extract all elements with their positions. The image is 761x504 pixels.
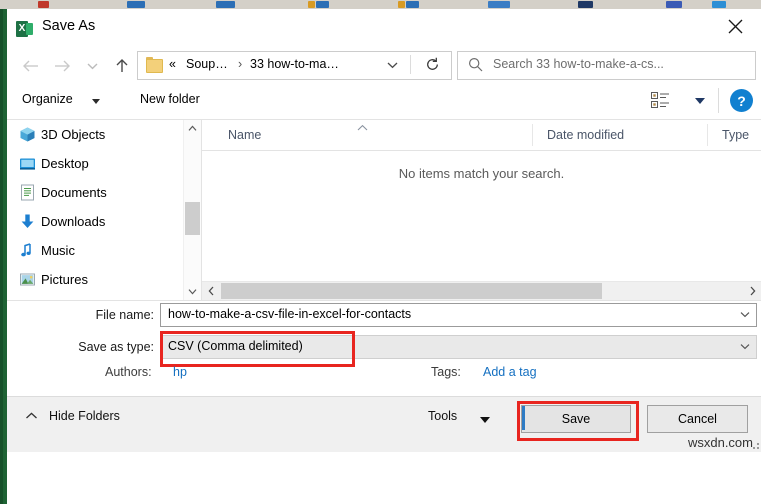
metadata-row: Authors: hp Tags: Add a tag [7,365,761,389]
file-name-input[interactable]: how-to-make-a-csv-file-in-excel-for-cont… [160,303,757,327]
view-options-icon[interactable] [651,91,681,109]
close-icon[interactable] [713,11,757,41]
column-header-label: Type [722,128,750,142]
scroll-left-icon[interactable] [202,282,220,300]
sidebar-scroll-up-icon[interactable] [184,120,201,137]
column-header-date-modified[interactable]: Date modified [532,124,624,146]
dialog-title: Save As [42,18,96,34]
sidebar-item-label: Documents [41,185,107,200]
new-folder-button[interactable]: New folder [140,92,200,106]
file-list-horizontal-scrollbar[interactable] [202,281,761,300]
column-headers: Name Date modified Type [202,120,761,151]
title-bar: X Save As [7,9,761,46]
background-excel-edge-dark [0,9,3,504]
sidebar-item-downloads[interactable]: Downloads [7,207,201,236]
cancel-button[interactable]: Cancel [647,405,748,433]
save-form: File name: how-to-make-a-csv-file-in-exc… [7,300,761,396]
save-as-type-chevron-down-icon[interactable] [734,336,756,356]
sort-ascending-icon [356,121,369,135]
column-header-type[interactable]: Type [707,124,749,146]
excel-icon-letter: X [18,23,26,34]
sidebar-item-desktop[interactable]: Desktop [7,149,201,178]
breadcrumb[interactable]: « Soup… › 33 how-to-ma… [137,51,452,80]
resize-grip-icon[interactable] [752,442,760,450]
horizontal-scroll-thumb[interactable] [221,283,602,299]
3d-objects-icon [19,126,36,143]
scroll-right-icon[interactable] [743,282,761,300]
sidebar-item-label: Desktop [41,156,89,171]
folder-icon [146,57,163,73]
desktop-icon [19,155,36,172]
breadcrumb-separator: › [238,57,243,71]
tags-label: Tags: [431,365,461,379]
breadcrumb-current[interactable]: 33 how-to-ma… [250,57,339,71]
sidebar-scrollbar[interactable] [183,120,201,300]
empty-list-message: No items match your search. [398,166,565,181]
navigation-sidebar: 3D Objects Desktop Documents Downloads M… [7,120,201,300]
hide-folders-label: Hide Folders [49,409,120,423]
forward-icon[interactable] [51,55,73,77]
save-button-label: Save [561,412,591,426]
sidebar-item-label: Downloads [41,214,106,229]
sidebar-scroll-down-icon[interactable] [184,283,201,300]
breadcrumb-divider [410,55,411,74]
cancel-button-label: Cancel [678,412,717,426]
authors-label: Authors: [105,365,152,379]
chevron-up-icon [25,409,38,423]
sidebar-scroll-thumb[interactable] [185,202,200,235]
sidebar-item-3d-objects[interactable]: 3D Objects [7,120,201,149]
downloads-icon [19,213,36,230]
search-icon [468,57,483,75]
toolbar-divider [718,88,719,113]
dialog-footer: Hide Folders Tools Save Cancel wsxdn.com [7,396,761,452]
help-button[interactable]: ? [730,89,753,112]
sidebar-item-documents[interactable]: Documents [7,178,201,207]
up-icon[interactable] [111,55,133,77]
save-as-type-select[interactable]: CSV (Comma delimited) [160,335,757,359]
sidebar-item-label: Pictures [41,272,88,287]
file-list-pane: Name Date modified Type No items match y… [201,120,761,300]
column-header-name[interactable]: Name [202,120,261,150]
sidebar-item-label: Music [41,243,75,258]
save-as-type-label: Save as type: [78,340,154,354]
sidebar-item-music[interactable]: Music [7,236,201,265]
save-button-focus-bar [522,406,525,430]
documents-icon [19,184,36,201]
file-name-chevron-down-icon[interactable] [734,304,756,324]
organize-caret-icon[interactable] [92,99,100,104]
save-as-dialog: X Save As « Soup… › 33 how-to-ma… Search… [7,9,761,504]
search-input[interactable]: Search 33 how-to-make-a-cs... [457,51,756,80]
tools-caret-icon[interactable] [480,417,490,423]
breadcrumb-overflow[interactable]: « [169,57,176,71]
tools-button[interactable]: Tools [428,409,457,423]
dialog-body: 3D Objects Desktop Documents Downloads M… [7,119,761,300]
sidebar-item-label: 3D Objects [41,127,106,142]
breadcrumb-parent[interactable]: Soup… [186,57,228,71]
save-button[interactable]: Save [521,405,631,433]
column-header-label: Date modified [547,128,625,142]
authors-value[interactable]: hp [173,365,187,379]
search-placeholder: Search 33 how-to-make-a-cs... [493,57,664,71]
breadcrumb-chevron-down-icon[interactable] [379,52,405,77]
file-name-label: File name: [95,308,154,322]
music-icon [19,242,36,259]
recent-locations-chevron-icon[interactable] [84,55,100,77]
save-as-type-value: CSV (Comma delimited) [168,339,303,353]
hide-folders-button[interactable]: Hide Folders [25,409,120,423]
organize-button[interactable]: Organize [22,92,73,106]
navigation-bar: « Soup… › 33 how-to-ma… Search 33 how-to… [7,46,761,84]
add-a-tag-link[interactable]: Add a tag [483,365,537,379]
pictures-icon [19,271,36,288]
sidebar-item-pictures[interactable]: Pictures [7,265,201,294]
toolbar: Organize New folder ? [7,84,761,119]
refresh-icon[interactable] [415,52,449,77]
file-name-value: how-to-make-a-csv-file-in-excel-for-cont… [168,307,412,321]
watermark: wsxdn.com [687,435,753,450]
excel-icon: X [16,21,33,37]
view-options-caret-icon[interactable] [695,98,705,104]
back-icon[interactable] [20,55,42,77]
column-header-label: Name [228,128,262,142]
